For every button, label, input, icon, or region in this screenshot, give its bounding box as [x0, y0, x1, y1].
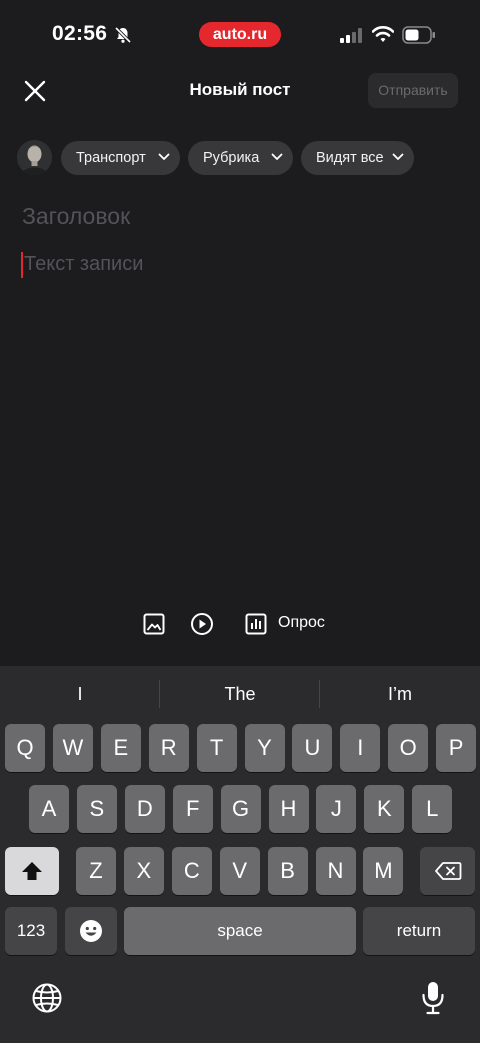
- text-cursor: [21, 252, 23, 278]
- suggestion-1[interactable]: I: [0, 666, 160, 722]
- keyboard: I The I’m QWERTYUIOP ASDFGHJKL ZXCVBNM 1…: [0, 666, 480, 1043]
- video-play-icon[interactable]: [190, 610, 214, 638]
- key-s[interactable]: S: [76, 785, 117, 833]
- microphone-icon[interactable]: [420, 980, 446, 1016]
- key-g[interactable]: G: [220, 785, 261, 833]
- key-w[interactable]: W: [52, 724, 93, 772]
- delete-key[interactable]: [420, 847, 475, 895]
- key-i[interactable]: I: [340, 724, 381, 772]
- emoji-icon: [80, 920, 102, 942]
- key-q[interactable]: Q: [5, 724, 45, 772]
- key-t[interactable]: T: [196, 724, 237, 772]
- key-m[interactable]: M: [363, 847, 404, 895]
- avatar-image: [17, 140, 52, 175]
- key-v[interactable]: V: [219, 847, 260, 895]
- shift-arrow-icon: [22, 862, 42, 880]
- key-p[interactable]: P: [436, 724, 477, 772]
- visibility-chip[interactable]: Видят все: [301, 141, 414, 175]
- backspace-icon: [434, 862, 461, 880]
- category-chip[interactable]: Транспорт: [61, 141, 180, 175]
- globe-icon[interactable]: [31, 982, 63, 1014]
- key-j[interactable]: J: [316, 785, 357, 833]
- key-f[interactable]: F: [172, 785, 213, 833]
- suggestion-3[interactable]: I’m: [320, 666, 480, 722]
- category-chip-label: Транспорт: [76, 150, 146, 166]
- key-k[interactable]: K: [364, 785, 405, 833]
- body-input[interactable]: Текст записи: [24, 253, 143, 276]
- chevron-down-icon: [271, 153, 283, 160]
- key-l[interactable]: L: [412, 785, 453, 833]
- key-o[interactable]: O: [388, 724, 429, 772]
- shift-key[interactable]: [5, 847, 59, 895]
- key-z[interactable]: Z: [76, 847, 116, 895]
- numbers-key[interactable]: 123: [5, 907, 57, 955]
- key-x[interactable]: X: [123, 847, 164, 895]
- emoji-key[interactable]: [65, 907, 117, 955]
- key-d[interactable]: D: [124, 785, 165, 833]
- key-b[interactable]: B: [267, 847, 308, 895]
- app-badge[interactable]: auto.ru: [199, 22, 281, 47]
- status-time: 02:56: [52, 22, 108, 45]
- key-e[interactable]: E: [100, 724, 141, 772]
- key-n[interactable]: N: [315, 847, 356, 895]
- headline-input[interactable]: Заголовок: [22, 203, 130, 230]
- close-icon[interactable]: [20, 76, 50, 106]
- key-r[interactable]: R: [148, 724, 189, 772]
- rubric-chip[interactable]: Рубрика: [188, 141, 293, 175]
- key-y[interactable]: Y: [244, 724, 285, 772]
- wifi-icon: [372, 26, 394, 42]
- rubric-chip-label: Рубрика: [203, 150, 260, 166]
- key-h[interactable]: H: [268, 785, 309, 833]
- key-u[interactable]: U: [292, 724, 333, 772]
- space-key[interactable]: space: [124, 907, 356, 955]
- battery-icon: [402, 26, 435, 44]
- visibility-chip-label: Видят все: [316, 150, 384, 166]
- signal-icon: [340, 28, 362, 43]
- send-button[interactable]: Отправить: [368, 73, 458, 108]
- image-icon[interactable]: [142, 610, 166, 638]
- bell-muted-icon: [114, 26, 132, 44]
- status-bar: 02:56 auto.ru: [0, 0, 480, 70]
- return-key[interactable]: return: [363, 907, 475, 955]
- poll-icon[interactable]: [244, 610, 268, 638]
- key-c[interactable]: C: [171, 847, 212, 895]
- key-a[interactable]: A: [29, 785, 69, 833]
- page-title: Новый пост: [189, 80, 291, 99]
- poll-button-label[interactable]: Опрос: [278, 614, 325, 632]
- chevron-down-icon: [158, 153, 170, 160]
- chevron-down-icon: [392, 153, 404, 160]
- avatar[interactable]: [17, 140, 52, 175]
- suggestion-2[interactable]: The: [160, 666, 320, 722]
